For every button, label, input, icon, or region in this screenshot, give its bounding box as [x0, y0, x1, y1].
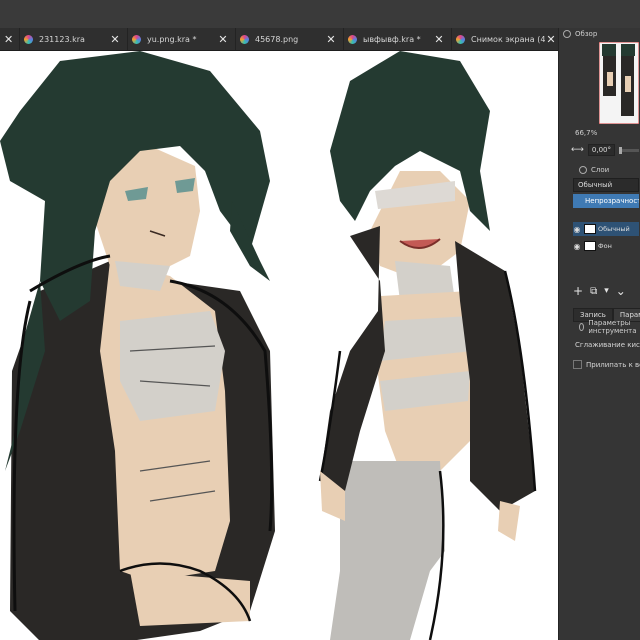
snap-checkbox[interactable]: [573, 360, 582, 369]
layer-name: Обычный: [598, 225, 630, 233]
move-layer-down-icon[interactable]: ⌄: [616, 284, 626, 298]
krita-file-icon: [348, 34, 357, 44]
rotation-control[interactable]: ⟷ 0,00°: [571, 144, 639, 156]
right-figure: [318, 51, 537, 640]
overview-docker-title: Обзор: [559, 28, 640, 40]
drawing-canvas[interactable]: [0, 51, 558, 640]
document-tab-4[interactable]: ывфывф.kra * ✕: [344, 28, 452, 50]
overview-thumbnail[interactable]: [598, 41, 640, 125]
layers-docker-title: Слои: [575, 164, 609, 176]
layer-row-normal[interactable]: ◉ Обычный: [573, 222, 639, 236]
snap-to-assistants[interactable]: Прилипать к вспомогательным: [573, 360, 640, 369]
rotation-value[interactable]: 0,00°: [587, 144, 615, 156]
document-tab-bar: ✕ 231123.kra ✕ yu.png.kra * ✕ 45678.png …: [0, 28, 558, 51]
layer-actions: + ⧉ ▾ ⌄: [573, 284, 626, 298]
document-tab-5[interactable]: Снимок экрана (459).psd * ✕: [452, 28, 558, 50]
layer-thumbnail: [584, 241, 596, 251]
close-icon[interactable]: ✕: [433, 34, 445, 45]
eye-icon[interactable]: ◉: [573, 242, 581, 251]
tool-options-label: Параметры инструмента: [588, 319, 637, 335]
blend-mode-select[interactable]: Обычный: [573, 178, 639, 192]
dropdown-icon[interactable]: ▾: [604, 286, 609, 296]
close-icon[interactable]: ✕: [217, 34, 229, 45]
tab-label: 45678.png: [255, 34, 299, 44]
layer-thumbnail: [584, 224, 596, 234]
zoom-level: 66,7%: [575, 129, 598, 137]
layer-name: Фон: [598, 242, 612, 250]
tool-options-title: Параметры инструмента: [575, 319, 640, 335]
docker-float-icon[interactable]: [579, 323, 585, 331]
close-icon[interactable]: ✕: [545, 34, 557, 45]
krita-file-icon: [456, 34, 465, 44]
left-figure: [0, 51, 275, 640]
tab-label: ывфывф.kra *: [363, 34, 421, 44]
close-icon[interactable]: ✕: [4, 34, 13, 45]
overview-title: Обзор: [575, 30, 598, 38]
close-icon[interactable]: ✕: [325, 34, 337, 45]
tab-label: Снимок экрана (459).psd *: [471, 34, 545, 44]
tab-label: 231123.kra: [39, 34, 85, 44]
docker-float-icon[interactable]: [579, 166, 587, 174]
tab-label: yu.png.kra *: [147, 34, 197, 44]
brush-smoothing-label: Сглаживание кисти:: [575, 341, 640, 349]
layer-row-background[interactable]: ◉ Фон: [573, 239, 639, 253]
document-tab-3[interactable]: 45678.png ✕: [236, 28, 344, 50]
krita-file-icon: [240, 34, 249, 44]
artwork: [0, 51, 537, 640]
document-tab-0[interactable]: ✕: [0, 28, 20, 50]
layers-title: Слои: [591, 166, 610, 174]
document-tab-1[interactable]: 231123.kra ✕: [20, 28, 128, 50]
rotation-slider[interactable]: [619, 146, 639, 154]
krita-file-icon: [24, 34, 33, 44]
duplicate-layer-icon[interactable]: ⧉: [590, 286, 597, 297]
rotate-icon: ⟷: [571, 145, 584, 155]
krita-file-icon: [132, 34, 141, 44]
close-icon[interactable]: ✕: [109, 34, 121, 45]
slider-handle[interactable]: [619, 146, 622, 154]
overview-preview: [598, 41, 640, 125]
eye-icon[interactable]: ◉: [573, 225, 581, 234]
document-tab-2[interactable]: yu.png.kra * ✕: [128, 28, 236, 50]
docker-float-icon[interactable]: [563, 30, 571, 38]
add-layer-icon[interactable]: +: [573, 284, 583, 298]
opacity-slider[interactable]: Непрозрачность: [573, 194, 639, 208]
snap-label: Прилипать к вспомогательным: [586, 360, 640, 369]
right-docker-panel: Обзор 66,7% ⟷ 0,00° Слои Обычный Непрозр…: [558, 28, 640, 640]
